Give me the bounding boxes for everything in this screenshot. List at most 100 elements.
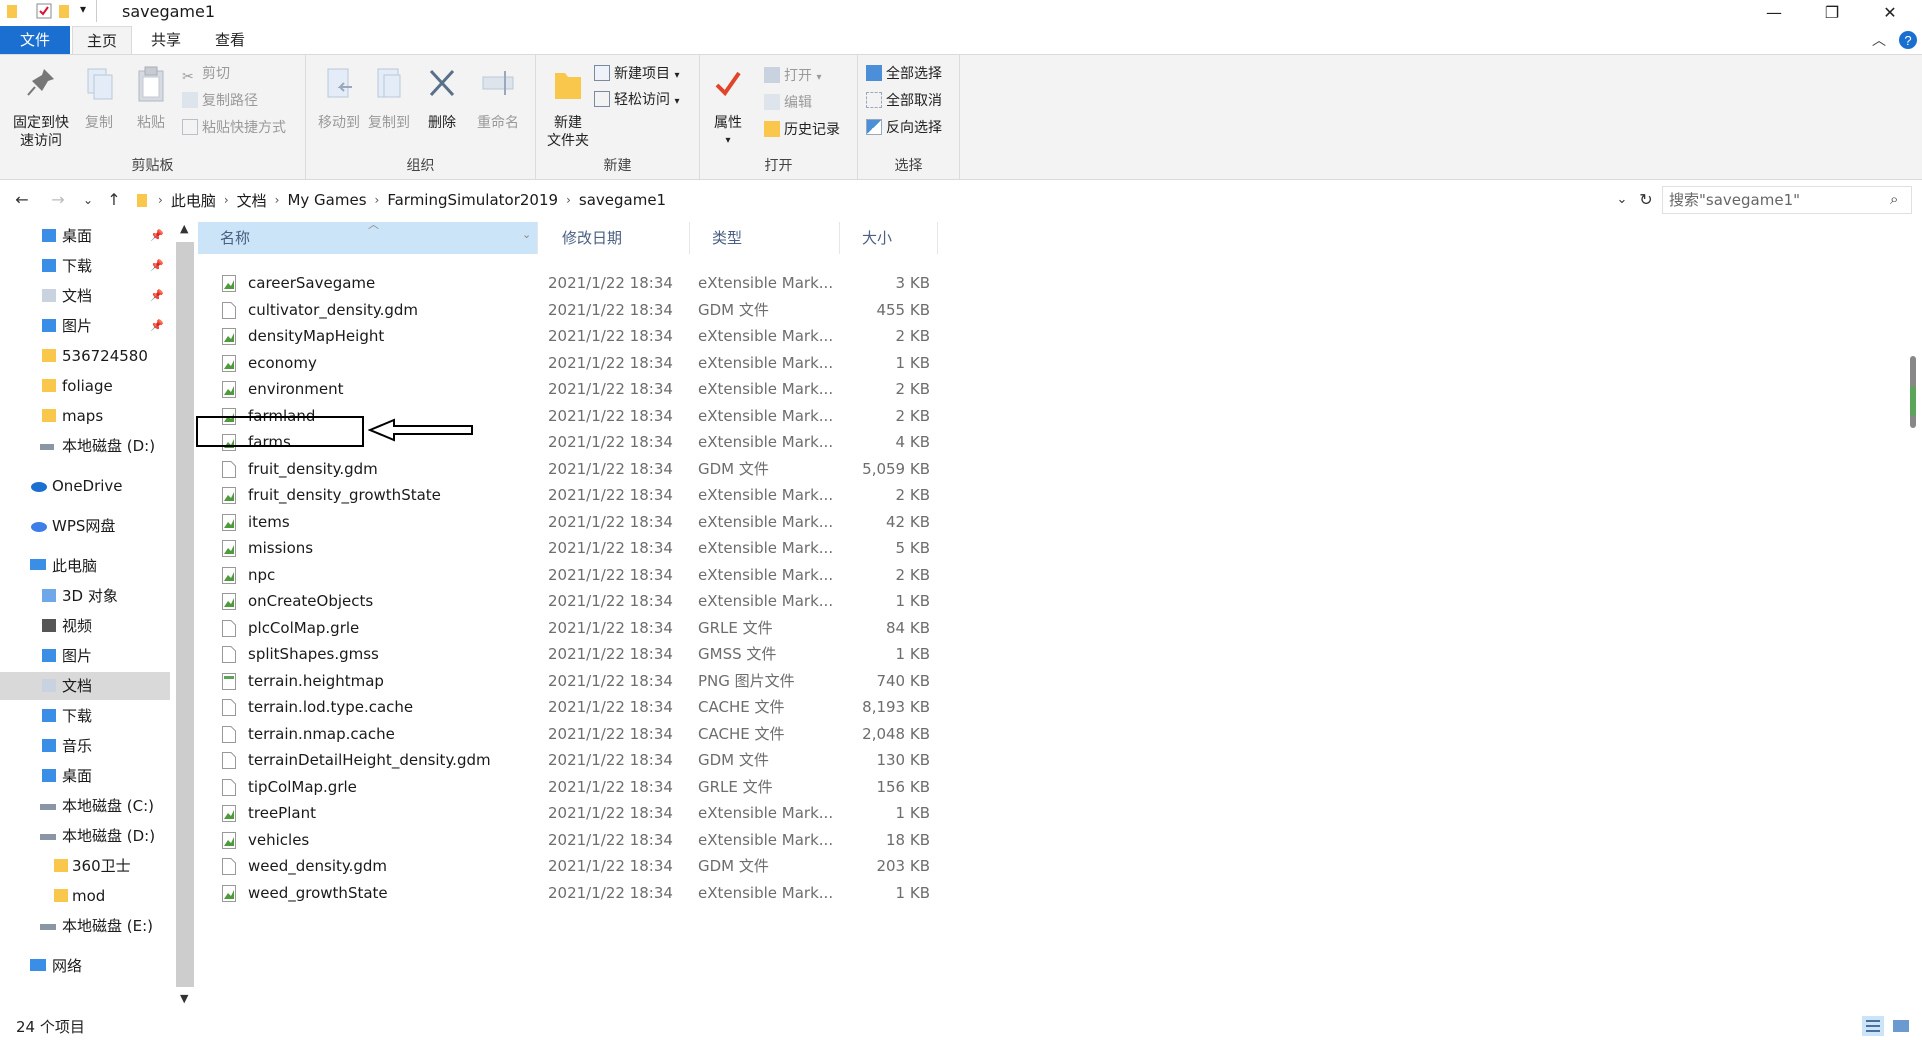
tab-share[interactable]: 共享 bbox=[136, 26, 196, 54]
breadcrumb-separator[interactable]: › bbox=[375, 193, 380, 207]
properties-quick-icon[interactable] bbox=[36, 3, 52, 19]
table-row[interactable]: fruit_density_growthState 2021/1/22 18:34… bbox=[198, 482, 938, 508]
breadcrumb-separator[interactable]: › bbox=[158, 193, 163, 207]
back-button[interactable]: ← bbox=[10, 188, 34, 212]
history-button[interactable]: 历史记录 bbox=[764, 119, 840, 141]
restore-button[interactable]: ❐ bbox=[1804, 0, 1860, 24]
rename-button[interactable]: 重命名 bbox=[470, 65, 526, 132]
breadcrumb-documents[interactable]: 文档 bbox=[237, 190, 267, 211]
minimize-button[interactable]: — bbox=[1746, 0, 1802, 24]
table-row[interactable]: economy 2021/1/22 18:34 eXtensible Mark...… bbox=[198, 350, 938, 376]
table-row[interactable]: treePlant 2021/1/22 18:34 eXtensible Mark.… bbox=[198, 800, 938, 826]
sidebar-item-maps[interactable]: maps bbox=[0, 402, 170, 430]
sidebar-item-536724580[interactable]: 536724580 bbox=[0, 342, 170, 370]
column-dropdown-icon[interactable]: ⌄ bbox=[522, 228, 531, 241]
sidebar-item-mod[interactable]: mod bbox=[0, 882, 170, 910]
delete-button[interactable]: 删除 bbox=[422, 65, 462, 132]
new-item-button[interactable]: 新建项目 ▾ bbox=[594, 63, 679, 85]
tab-home[interactable]: 主页 bbox=[72, 26, 132, 54]
breadcrumb-separator[interactable]: › bbox=[566, 193, 571, 207]
new-folder-quick-icon[interactable] bbox=[58, 3, 72, 19]
details-view-icon[interactable] bbox=[1862, 1016, 1884, 1036]
sidebar-item-drive-d-quick[interactable]: 本地磁盘 (D:) bbox=[0, 432, 170, 460]
breadcrumb-savegame1[interactable]: savegame1 bbox=[579, 191, 666, 209]
table-row[interactable]: weed_density.gdm 2021/1/22 18:34 GDM 文件 203… bbox=[198, 853, 938, 879]
sidebar-item-desktop[interactable]: 桌面 📌 bbox=[0, 222, 170, 250]
table-row[interactable]: terrainDetailHeight_density.gdm 2021/1/22… bbox=[198, 747, 938, 773]
table-row[interactable]: densityMapHeight 2021/1/22 18:34 eXtensibl… bbox=[198, 323, 938, 349]
column-size[interactable]: 大小 bbox=[840, 222, 938, 254]
breadcrumb-separator[interactable]: › bbox=[275, 193, 280, 207]
sidebar-item-drive-e[interactable]: 本地磁盘 (E:) bbox=[0, 912, 170, 940]
sidebar-item-network[interactable]: 网络 bbox=[0, 952, 170, 980]
table-row[interactable]: onCreateObjects 2021/1/22 18:34 eXtensible… bbox=[198, 588, 938, 614]
properties-button[interactable]: 属性 ▾ bbox=[706, 65, 750, 150]
address-bar[interactable]: › 此电脑 › 文档 › My Games › FarmingSimulator… bbox=[134, 186, 1644, 214]
table-row[interactable]: terrain.heightmap 2021/1/22 18:34 PNG 图片文件… bbox=[198, 668, 938, 694]
new-folder-button[interactable]: 新建 文件夹 bbox=[540, 65, 596, 150]
edit-button[interactable]: 编辑 bbox=[764, 92, 812, 114]
sidebar-item-3d-objects[interactable]: 3D 对象 bbox=[0, 582, 170, 610]
sidebar-scrollbar-thumb[interactable] bbox=[176, 242, 194, 987]
sidebar-item-downloads-pc[interactable]: 下载 bbox=[0, 702, 170, 730]
breadcrumb-separator[interactable]: › bbox=[224, 193, 229, 207]
table-row[interactable]: splitShapes.gmss 2021/1/22 18:34 GMSS 文件 1 … bbox=[198, 641, 938, 667]
sidebar-item-documents-pc[interactable]: 文档 bbox=[0, 672, 170, 700]
tab-file[interactable]: 文件 bbox=[0, 26, 70, 54]
pin-quick-access-button[interactable]: 固定到快 速访问 bbox=[6, 65, 76, 150]
table-row[interactable]: environment 2021/1/22 18:34 eXtensible Mar… bbox=[198, 376, 938, 402]
sidebar-item-pictures-pc[interactable]: 图片 bbox=[0, 642, 170, 670]
close-button[interactable]: ✕ bbox=[1862, 0, 1918, 24]
breadcrumb-farmingsimulator2019[interactable]: FarmingSimulator2019 bbox=[387, 191, 558, 209]
copy-path-button[interactable]: 复制路径 bbox=[182, 90, 258, 112]
sidebar-item-360[interactable]: 360卫士 bbox=[0, 852, 170, 880]
sidebar-item-desktop-pc[interactable]: 桌面 bbox=[0, 762, 170, 790]
sidebar-item-this-pc[interactable]: 此电脑 bbox=[0, 552, 170, 580]
paste-shortcut-button[interactable]: 粘贴快捷方式 bbox=[182, 117, 286, 139]
table-row[interactable]: vehicles 2021/1/22 18:34 eXtensible Mark..… bbox=[198, 827, 938, 853]
refresh-button[interactable]: ↻ bbox=[1634, 188, 1658, 212]
up-button[interactable]: ↑ bbox=[102, 188, 126, 212]
sidebar-item-downloads[interactable]: 下载 📌 bbox=[0, 252, 170, 280]
scroll-up-icon[interactable]: ▲ bbox=[180, 222, 188, 235]
collapse-ribbon-icon[interactable]: ︿ bbox=[1872, 30, 1886, 50]
breadcrumb-this-pc[interactable]: 此电脑 bbox=[171, 190, 216, 211]
table-row[interactable]: careerSavegame 2021/1/22 18:34 eXtensible … bbox=[198, 270, 938, 296]
table-row[interactable]: missions 2021/1/22 18:34 eXtensible Mark..… bbox=[198, 535, 938, 561]
table-row[interactable]: tipColMap.grle 2021/1/22 18:34 GRLE 文件 156 … bbox=[198, 774, 938, 800]
sidebar-item-foliage[interactable]: foliage bbox=[0, 372, 170, 400]
copy-button[interactable]: 复制 bbox=[76, 65, 122, 132]
search-input[interactable]: 搜索"savegame1" bbox=[1662, 186, 1912, 214]
sidebar-item-documents[interactable]: 文档 📌 bbox=[0, 282, 170, 310]
cut-button[interactable]: ✂ 剪切 bbox=[182, 63, 230, 85]
select-all-button[interactable]: 全部选择 bbox=[866, 63, 942, 85]
help-icon[interactable]: ? bbox=[1898, 30, 1918, 50]
recent-locations-icon[interactable]: ⌄ bbox=[76, 188, 100, 212]
table-row[interactable]: plcColMap.grle 2021/1/22 18:34 GRLE 文件 84 K… bbox=[198, 615, 938, 641]
table-row[interactable]: fruit_density.gdm 2021/1/22 18:34 GDM 文件 5,… bbox=[198, 456, 938, 482]
sidebar-item-music[interactable]: 音乐 bbox=[0, 732, 170, 760]
move-to-button[interactable]: 移动到 bbox=[314, 65, 364, 132]
address-dropdown-icon[interactable]: ⌄ bbox=[1610, 188, 1634, 212]
customize-quick-access-icon[interactable]: ▾ bbox=[80, 2, 86, 16]
table-row[interactable]: terrain.lod.type.cache 2021/1/22 18:34 CAC… bbox=[198, 694, 938, 720]
column-type[interactable]: 类型 bbox=[690, 222, 840, 254]
column-date[interactable]: 修改日期 bbox=[540, 222, 690, 254]
scroll-down-icon[interactable]: ▼ bbox=[180, 992, 188, 1005]
table-row[interactable]: cultivator_density.gdm 2021/1/22 18:34 GDM… bbox=[198, 297, 938, 323]
invert-selection-button[interactable]: 反向选择 bbox=[866, 117, 942, 139]
table-row[interactable]: terrain.nmap.cache 2021/1/22 18:34 CACHE 文… bbox=[198, 721, 938, 747]
table-row[interactable]: weed_growthState 2021/1/22 18:34 eXtensibl… bbox=[198, 880, 938, 906]
breadcrumb-my-games[interactable]: My Games bbox=[287, 191, 366, 209]
sidebar-item-onedrive[interactable]: OneDrive bbox=[0, 472, 170, 500]
sidebar-item-drive-c[interactable]: 本地磁盘 (C:) bbox=[0, 792, 170, 820]
large-icons-view-icon[interactable] bbox=[1890, 1016, 1912, 1036]
easy-access-button[interactable]: 轻松访问 ▾ bbox=[594, 89, 679, 111]
right-scroll-indicator[interactable] bbox=[1908, 356, 1918, 428]
table-row[interactable]: npc 2021/1/22 18:34 eXtensible Mark... 2 KB bbox=[198, 562, 938, 588]
select-none-button[interactable]: 全部取消 bbox=[866, 90, 942, 112]
tab-view[interactable]: 查看 bbox=[200, 26, 260, 54]
sidebar-item-drive-d[interactable]: 本地磁盘 (D:) bbox=[0, 822, 170, 850]
paste-button[interactable]: 粘贴 bbox=[128, 65, 174, 132]
sidebar-item-wps[interactable]: WPS网盘 bbox=[0, 512, 170, 540]
